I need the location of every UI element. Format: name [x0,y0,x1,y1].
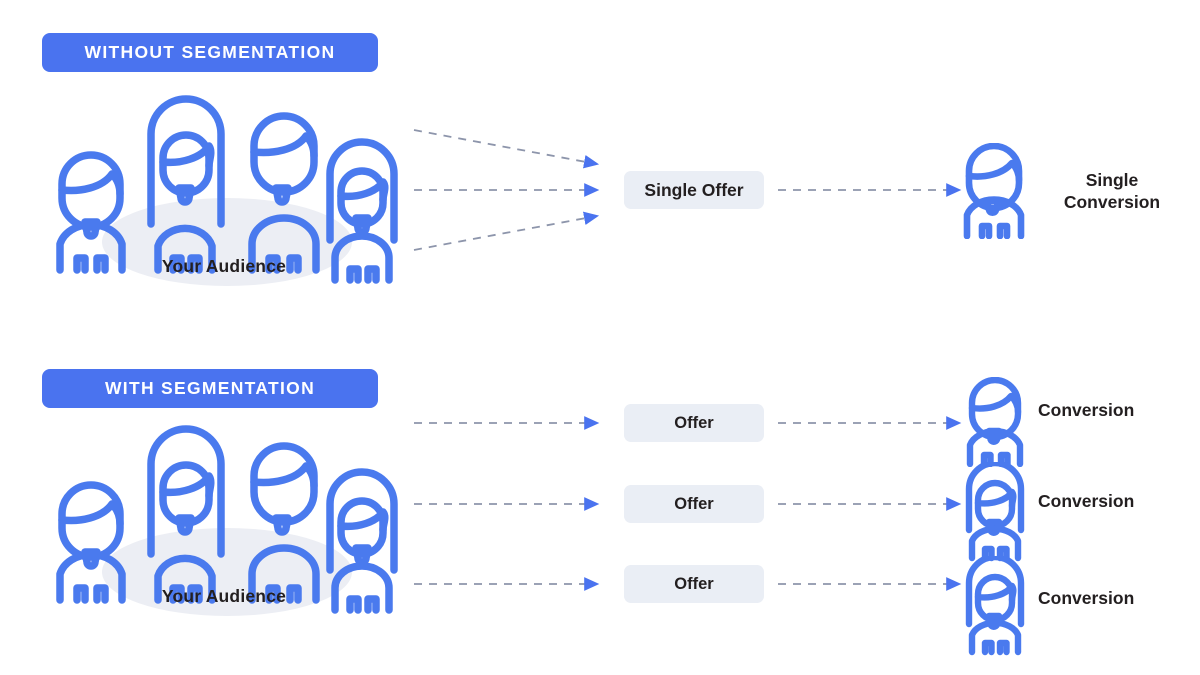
offer-label: Offer [674,494,714,513]
audience-label: Your Audience [161,586,287,606]
conversion-label-line-1: Single [1085,170,1139,190]
audience-person-male-2 [248,442,320,604]
conversion-label-3: Conversion [1038,588,1135,608]
audience-person-male-2 [248,112,320,274]
conversion-icon-3-female [965,556,1025,656]
conversion-icon-single-male [963,143,1025,239]
infographic-canvas: WITHOUT SEGMENTATION Your Audience Singl… [0,0,1200,675]
badge-label: WITH SEGMENTATION [104,378,316,398]
conversion-label-1: Conversion [1038,400,1135,420]
offer-box-3[interactable]: Offer [624,565,764,603]
offer-label: Offer [674,574,714,593]
conversion-icon-2-female [965,462,1025,562]
offer-box-2[interactable]: Offer [624,485,764,523]
arrow-audience-to-single-offer-1 [413,129,600,169]
conversion-label-2: Conversion [1038,491,1135,511]
badge-without-segmentation: WITHOUT SEGMENTATION [42,33,378,72]
offer-label: Offer [674,413,714,432]
audience-person-male-1 [56,151,126,274]
audience-label: Your Audience [161,256,287,276]
audience-group-with-segmentation: Your Audience [40,418,408,628]
conversion-icon-1-male [966,377,1024,467]
arrow-audience-to-single-offer-3 [413,211,600,251]
offer-label: Single Offer [644,179,744,200]
conversion-label-single: Single Conversion [1032,170,1192,214]
badge-label: WITHOUT SEGMENTATION [84,42,336,62]
offer-box-1[interactable]: Offer [624,404,764,442]
audience-group-without-segmentation: Your Audience [40,88,408,298]
conversion-label-line-2: Conversion [1063,191,1161,212]
audience-person-male-1 [56,481,126,604]
audience-person-female-1 [147,425,225,604]
badge-with-segmentation: WITH SEGMENTATION [42,369,378,408]
offer-box-single[interactable]: Single Offer [624,171,764,209]
audience-person-female-1 [147,95,225,274]
